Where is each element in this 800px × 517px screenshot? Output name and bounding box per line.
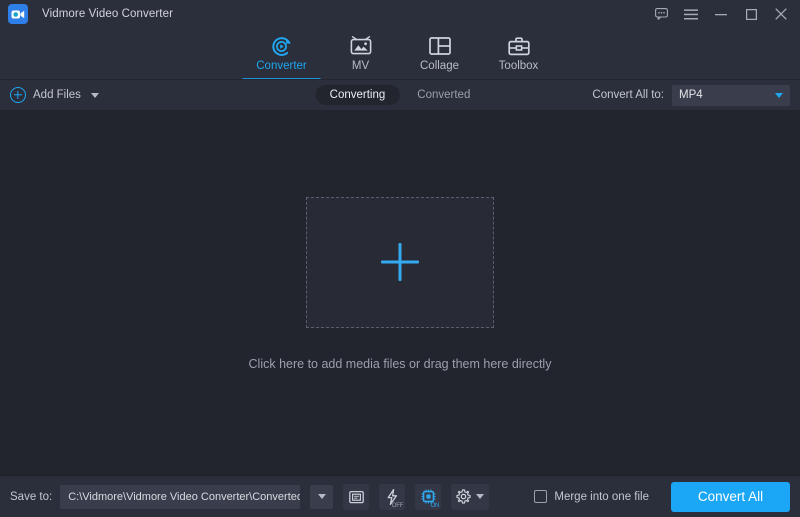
close-icon[interactable] [766, 0, 796, 28]
output-format-select[interactable]: MP4 [672, 84, 790, 106]
status-tabs: Converting Converted [315, 85, 485, 105]
convert-all-button[interactable]: Convert All [671, 481, 790, 512]
tab-toolbox[interactable]: Toolbox [479, 28, 558, 79]
chevron-down-icon [476, 494, 485, 499]
save-path-input[interactable]: C:\Vidmore\Vidmore Video Converter\Conve… [60, 484, 301, 509]
plus-icon [381, 243, 419, 281]
gpu-status-badge: ON [430, 502, 440, 509]
tab-converter-label: Converter [256, 60, 307, 72]
bolt-status-badge: OFF [391, 502, 404, 509]
bottom-bar: Save to: C:\Vidmore\Vidmore Video Conver… [0, 475, 800, 517]
convert-all-to-group: Convert All to: MP4 [592, 84, 790, 106]
plus-circle-icon [10, 87, 26, 103]
checkbox-box [534, 490, 548, 503]
chevron-down-icon[interactable] [90, 92, 99, 98]
open-folder-icon[interactable] [343, 483, 370, 510]
app-window: Vidmore Video Converter Converter MV Col… [0, 0, 800, 517]
tab-collage-label: Collage [420, 60, 459, 72]
main-content: Click here to add media files or drag th… [0, 110, 800, 475]
add-media-dropzone[interactable] [305, 196, 494, 328]
add-files-label: Add Files [33, 89, 81, 101]
minimize-icon[interactable] [706, 0, 736, 28]
hamburger-menu-icon[interactable] [676, 0, 706, 28]
speech-bubble-icon[interactable] [646, 0, 676, 28]
collage-layout-icon [428, 35, 451, 57]
chevron-down-icon [775, 92, 783, 98]
toolbox-icon [507, 35, 530, 57]
app-logo-icon [8, 4, 28, 24]
photo-tv-icon [350, 35, 372, 57]
save-path-value: C:\Vidmore\Vidmore Video Converter\Conve… [68, 490, 301, 503]
tab-collage[interactable]: Collage [400, 28, 479, 79]
tab-converted[interactable]: Converted [403, 85, 484, 105]
gpu-chip-icon[interactable]: ON [415, 483, 442, 510]
settings-gear-icon [456, 489, 471, 504]
convert-circle-play-icon [271, 35, 292, 57]
settings-gear-button[interactable] [451, 483, 490, 510]
main-navigation: Converter MV Collage Toolbox [0, 28, 800, 81]
hardware-acceleration-bolt-icon[interactable]: OFF [379, 483, 406, 510]
save-to-label: Save to: [10, 490, 53, 503]
chevron-down-icon [317, 494, 326, 499]
add-files-button[interactable]: Add Files [10, 87, 99, 103]
tab-converting[interactable]: Converting [315, 85, 400, 105]
window-title: Vidmore Video Converter [42, 8, 174, 20]
toolbar: Add Files Converting Converted Convert A… [0, 79, 800, 110]
title-bar: Vidmore Video Converter [0, 0, 800, 28]
tab-toolbox-label: Toolbox [498, 60, 539, 72]
save-path-dropdown[interactable] [310, 484, 334, 509]
tab-converter[interactable]: Converter [242, 28, 321, 81]
output-format-value: MP4 [679, 89, 703, 101]
tab-mv[interactable]: MV [321, 28, 400, 79]
dropzone-hint: Click here to add media files or drag th… [248, 356, 552, 371]
nav-tab-list: Converter MV Collage Toolbox [242, 28, 558, 81]
convert-all-to-label: Convert All to: [592, 89, 664, 101]
tab-mv-label: MV [351, 60, 370, 72]
merge-label: Merge into one file [554, 490, 649, 503]
merge-into-one-file-checkbox[interactable]: Merge into one file [534, 490, 649, 503]
maximize-icon[interactable] [736, 0, 766, 28]
dropzone-wrapper: Click here to add media files or drag th… [248, 196, 552, 371]
